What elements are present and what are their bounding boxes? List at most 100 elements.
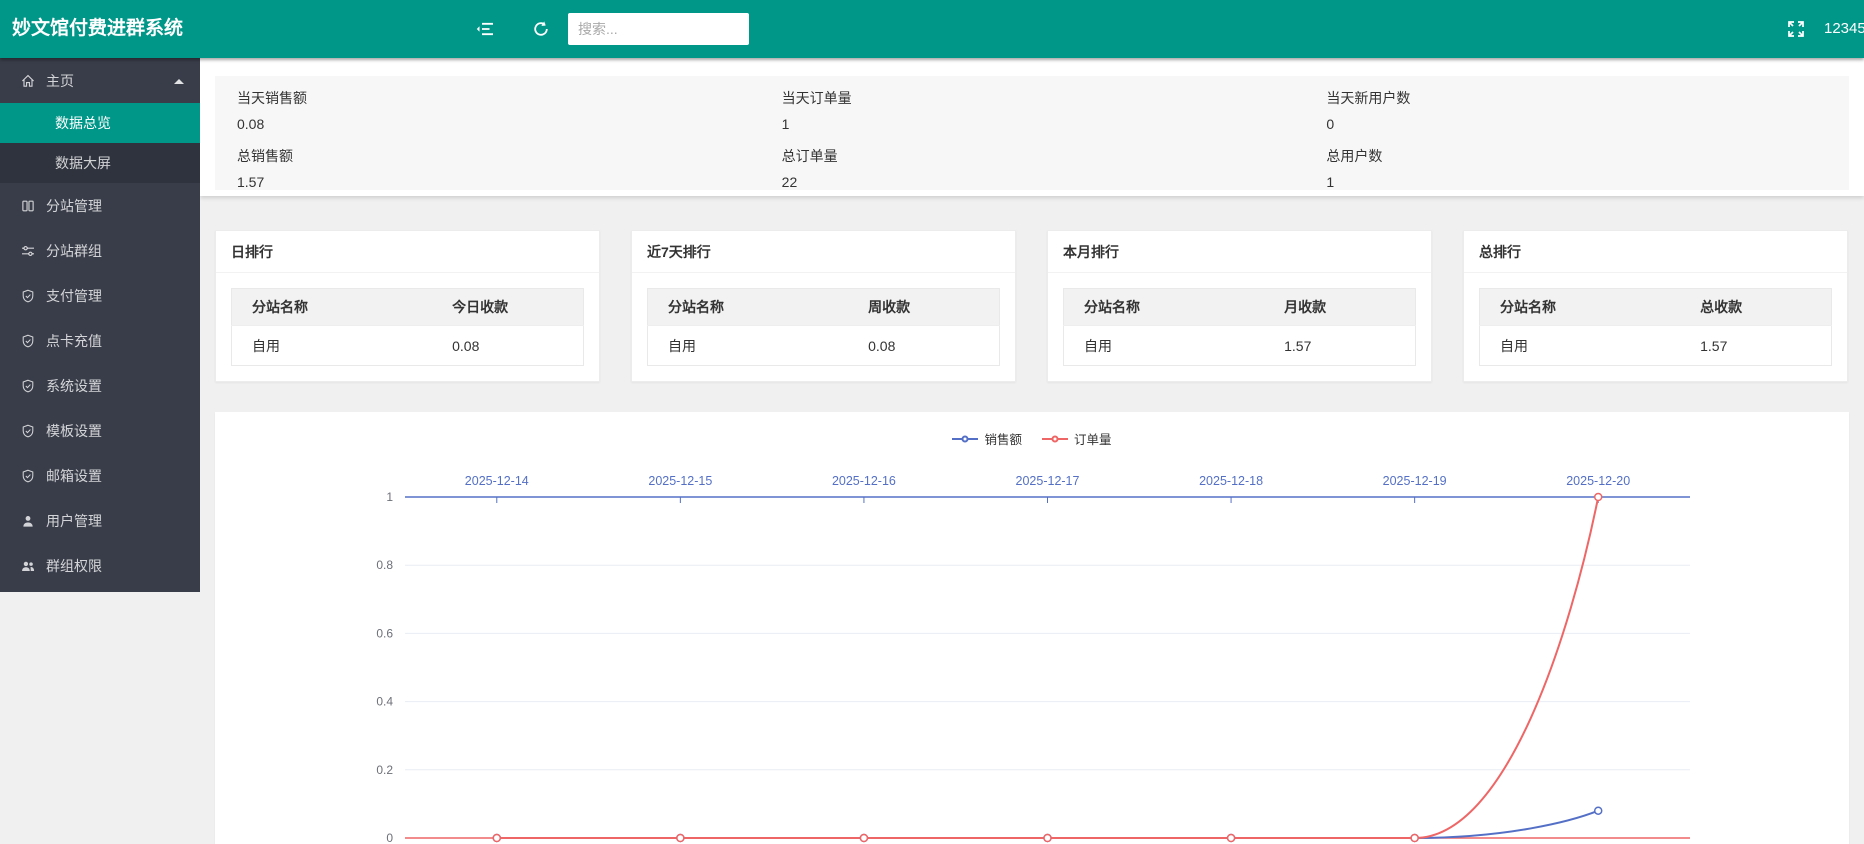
data-point[interactable]	[1228, 835, 1235, 842]
rank-cell-amount: 1.57	[1680, 326, 1831, 366]
sidebar-item-card-recharge[interactable]: 点卡充值	[0, 318, 200, 363]
data-point[interactable]	[1411, 835, 1418, 842]
users-icon	[20, 558, 36, 574]
rank-card-total: 总排行 分站名称 总收款 自用 1.57	[1463, 230, 1848, 382]
sliders-icon	[20, 243, 36, 259]
sales-orders-chart: 销售额 订单量 00.20.40.60.812025-12-142025-12-1…	[215, 412, 1849, 844]
sidebar-item-label: 支付管理	[46, 286, 102, 306]
table-row: 自用 0.08	[232, 326, 584, 366]
user-icon	[20, 513, 36, 529]
sidebar-item-user-manage[interactable]: 用户管理	[0, 498, 200, 543]
username[interactable]: 12345	[1824, 0, 1864, 58]
y-axis-label: 0.8	[376, 558, 393, 572]
app-title: 妙文馆付费进群系统	[12, 0, 183, 58]
x-axis-top-label: 2025-12-15	[648, 474, 712, 488]
chart-canvas: 00.20.40.60.812025-12-142025-12-152025-1…	[215, 412, 1849, 844]
search-box	[568, 13, 749, 45]
columns-icon	[20, 198, 36, 214]
shield-check-icon	[20, 333, 36, 349]
sidebar-item-label: 分站群组	[46, 241, 102, 261]
rank-cell-site: 自用	[1064, 326, 1265, 366]
stat-label: 总销售额	[237, 146, 760, 166]
legend-marker-icon	[952, 438, 978, 440]
sidebar-item-label: 分站管理	[46, 196, 102, 216]
fullscreen-icon[interactable]	[1786, 19, 1806, 39]
sidebar-item-data-screen[interactable]: 数据大屏	[0, 143, 200, 183]
rank-cell-amount: 1.57	[1264, 326, 1415, 366]
stats-col-orders: 当天订单量 1 总订单量 22	[760, 88, 1305, 190]
shield-check-icon	[20, 468, 36, 484]
stat-label: 当天新用户数	[1326, 88, 1849, 108]
shield-check-icon	[20, 288, 36, 304]
rank-card-7days: 近7天排行 分站名称 周收款 自用 0.08	[631, 230, 1016, 382]
chart-legend: 销售额 订单量	[215, 429, 1849, 448]
rank-cell-amount: 0.08	[432, 326, 583, 366]
sidebar-item-label: 群组权限	[46, 556, 102, 576]
x-axis-top-label: 2025-12-16	[832, 474, 896, 488]
rank-table: 分站名称 周收款 自用 0.08	[647, 288, 1000, 366]
x-axis-top-label: 2025-12-17	[1016, 474, 1080, 488]
sidebar-item-mailbox-settings[interactable]: 邮箱设置	[0, 453, 200, 498]
series-line	[497, 497, 1598, 838]
rank-cell-site: 自用	[232, 326, 433, 366]
collapse-menu-icon[interactable]	[475, 19, 495, 39]
refresh-icon[interactable]	[531, 19, 551, 39]
rank-col-header: 周收款	[848, 289, 999, 326]
sidebar-item-payment-manage[interactable]: 支付管理	[0, 273, 200, 318]
y-axis-label: 0.2	[376, 763, 393, 777]
rank-card-title: 本月排行	[1048, 231, 1431, 273]
rank-col-header: 分站名称	[232, 289, 433, 326]
chevron-up-icon	[174, 79, 184, 84]
stat-label: 总订单量	[782, 146, 1305, 166]
rank-col-header: 今日收款	[432, 289, 583, 326]
sidebar-item-home[interactable]: 主页	[0, 58, 200, 103]
legend-label: 订单量	[1074, 429, 1112, 448]
rank-card-title: 日排行	[216, 231, 599, 273]
sidebar-item-label: 主页	[46, 71, 74, 91]
stats-panel: 当天销售额 0.08 总销售额 1.57 当天订单量 1 总订单量 22 当天新…	[215, 76, 1849, 190]
table-row: 自用 1.57	[1064, 326, 1416, 366]
data-point[interactable]	[1595, 807, 1602, 814]
sidebar-item-template-settings[interactable]: 模板设置	[0, 408, 200, 453]
legend-item[interactable]: 订单量	[1042, 429, 1112, 448]
data-point[interactable]	[1595, 494, 1602, 501]
rank-col-header: 总收款	[1680, 289, 1831, 326]
rank-col-header: 分站名称	[1480, 289, 1681, 326]
rank-cell-amount: 0.08	[848, 326, 999, 366]
data-point[interactable]	[860, 835, 867, 842]
sidebar-item-substation-manage[interactable]: 分站管理	[0, 183, 200, 228]
top-header: 妙文馆付费进群系统 12345	[0, 0, 1864, 58]
x-axis-top-label: 2025-12-19	[1383, 474, 1447, 488]
y-axis-label: 0.6	[376, 626, 393, 640]
data-point[interactable]	[493, 835, 500, 842]
sidebar-item-label: 点卡充值	[46, 331, 102, 351]
data-point[interactable]	[677, 835, 684, 842]
stats-card: 当天销售额 0.08 总销售额 1.57 当天订单量 1 总订单量 22 当天新…	[200, 58, 1864, 196]
sidebar-item-data-overview[interactable]: 数据总览	[0, 103, 200, 143]
sidebar-item-label: 数据大屏	[55, 153, 111, 173]
stat-label: 当天销售额	[237, 88, 760, 108]
stats-col-sales: 当天销售额 0.08 总销售额 1.57	[215, 88, 760, 190]
shield-check-icon	[20, 423, 36, 439]
sidebar-item-label: 数据总览	[55, 113, 111, 133]
stat-value: 0.08	[237, 116, 760, 132]
rank-card-title: 总排行	[1464, 231, 1847, 273]
rank-card-title: 近7天排行	[632, 231, 1015, 273]
legend-item[interactable]: 销售额	[952, 429, 1022, 448]
stats-col-users: 当天新用户数 0 总用户数 1	[1304, 88, 1849, 190]
rank-table: 分站名称 总收款 自用 1.57	[1479, 288, 1832, 366]
search-input[interactable]	[568, 13, 749, 45]
rank-col-header: 分站名称	[648, 289, 849, 326]
y-axis-label: 1	[386, 490, 393, 504]
rank-cell-site: 自用	[648, 326, 849, 366]
x-axis-top-label: 2025-12-18	[1199, 474, 1263, 488]
table-row: 自用 0.08	[648, 326, 1000, 366]
rank-card-daily: 日排行 分站名称 今日收款 自用 0.08	[215, 230, 600, 382]
legend-label: 销售额	[984, 429, 1022, 448]
data-point[interactable]	[1044, 835, 1051, 842]
sidebar-item-system-settings[interactable]: 系统设置	[0, 363, 200, 408]
rank-card-month: 本月排行 分站名称 月收款 自用 1.57	[1047, 230, 1432, 382]
stat-label: 总用户数	[1326, 146, 1849, 166]
sidebar-item-group-permissions[interactable]: 群组权限	[0, 543, 200, 588]
sidebar-item-substation-groups[interactable]: 分站群组	[0, 228, 200, 273]
